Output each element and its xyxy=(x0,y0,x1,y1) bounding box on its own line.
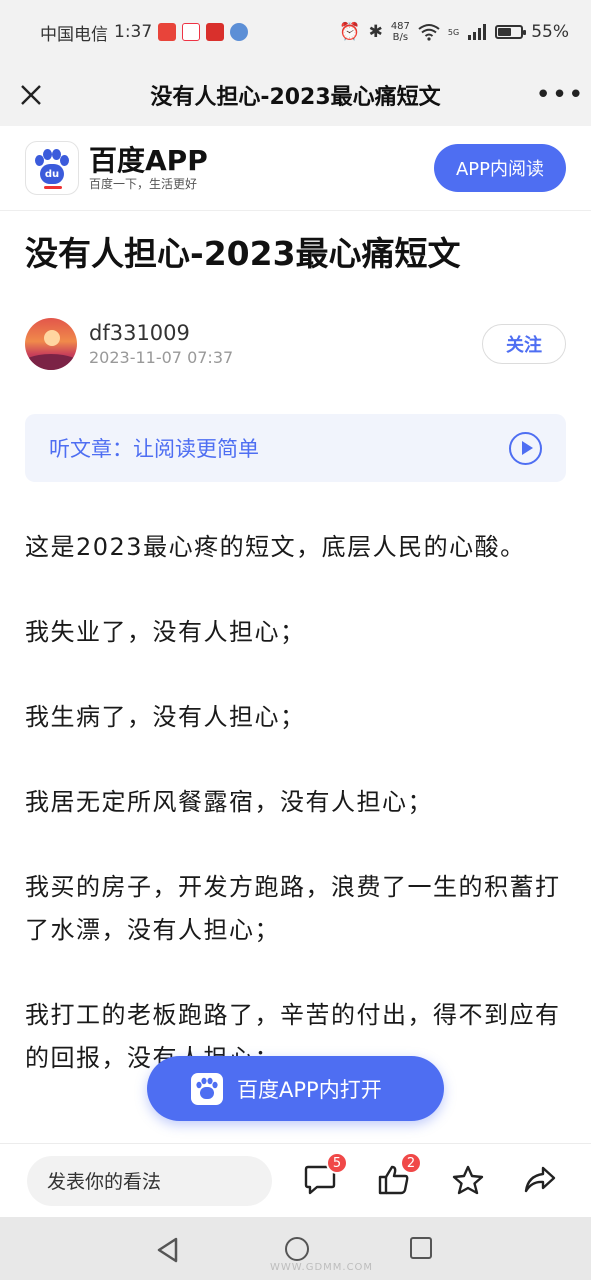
like-count-badge: 2 xyxy=(400,1152,422,1174)
watermark: WWW.GDMM.COM xyxy=(270,1262,374,1273)
float-button-label: 百度APP内打开 xyxy=(237,1077,382,1102)
baidu-paw-icon xyxy=(191,1072,223,1105)
baidu-logo-icon: du xyxy=(25,141,79,195)
home-icon[interactable] xyxy=(285,1237,309,1261)
notification-app-icon xyxy=(158,23,177,41)
close-icon xyxy=(21,85,41,105)
author-info: df331009 2023-11-07 07:37 xyxy=(89,319,233,369)
favorite-button[interactable] xyxy=(448,1160,488,1200)
share-button[interactable] xyxy=(520,1160,560,1200)
avatar[interactable] xyxy=(25,318,77,370)
author-name[interactable]: df331009 xyxy=(89,319,233,347)
battery-percent: 55% xyxy=(531,22,569,42)
author-row: df331009 2023-11-07 07:37 关注 xyxy=(25,316,566,372)
battery-icon xyxy=(495,25,527,39)
notification-app-icon xyxy=(182,23,201,41)
status-bar: 中国电信 1:37 ⏰ ✱ 487 B/s 5G 55% xyxy=(0,0,591,64)
nav-bar: 没有人担心-2023最心痛短文 ••• xyxy=(0,64,591,126)
listen-article-bar[interactable]: 听文章：让阅读更简单 xyxy=(25,414,566,482)
more-button[interactable]: ••• xyxy=(529,64,591,126)
battery-fill xyxy=(498,28,512,36)
publish-date: 2023-11-07 07:37 xyxy=(89,348,234,367)
clock: 1:37 xyxy=(114,22,153,42)
follow-button[interactable]: 关注 xyxy=(482,324,566,364)
status-right: ⏰ ✱ 487 B/s 5G 55% xyxy=(339,21,569,43)
net-speed: 487 B/s xyxy=(391,21,410,43)
carrier-label: 中国电信 xyxy=(40,24,108,45)
signal-icon xyxy=(468,24,487,40)
status-left: 中国电信 1:37 xyxy=(40,20,249,45)
paw-icon: du xyxy=(33,149,71,187)
net-speed-value: 487 xyxy=(390,21,410,32)
comment-count-badge: 5 xyxy=(326,1152,348,1174)
recents-icon[interactable] xyxy=(410,1237,432,1259)
comment-button[interactable]: 5 xyxy=(300,1152,348,1200)
brand: 百度APP 百度一下，生活更好 xyxy=(89,144,208,192)
alarm-icon: ⏰ xyxy=(339,22,361,42)
notification-app-icon xyxy=(206,23,225,41)
star-icon xyxy=(452,1165,484,1195)
bluetooth-icon: ✱ xyxy=(368,22,383,42)
like-button[interactable]: 2 xyxy=(374,1152,422,1200)
wifi-icon xyxy=(418,24,440,41)
logo-text: du xyxy=(40,164,64,184)
article-content: 这是2023最心疼的短文，底层人民的心酸。 我失业了，没有人担心； 我生病了，没… xyxy=(25,526,570,1146)
paw-icon xyxy=(196,1077,218,1099)
open-in-baidu-app-button[interactable]: 百度APP内打开 xyxy=(147,1056,444,1121)
paragraph: 我居无定所风餐露宿，没有人担心； xyxy=(25,788,433,816)
app-banner: du 百度APP 百度一下，生活更好 APP内阅读 xyxy=(0,126,591,211)
brand-name: 百度APP xyxy=(89,144,208,177)
nav-title: 没有人担心-2023最心痛短文 xyxy=(150,85,441,110)
more-icon: ••• xyxy=(535,80,585,110)
paragraph: 我买的房子，开发方跑路，浪费了一生的积蓄打了水漂，没有人担心； xyxy=(25,873,561,944)
brand-slogan: 百度一下，生活更好 xyxy=(89,177,198,191)
share-icon xyxy=(524,1166,556,1193)
bottom-bar: 发表你的看法 5 2 xyxy=(0,1143,591,1217)
open-in-app-button[interactable]: APP内阅读 xyxy=(434,144,566,192)
play-icon[interactable] xyxy=(509,431,542,465)
listen-label: 听文章：让阅读更简单 xyxy=(49,437,259,461)
back-icon[interactable] xyxy=(156,1237,180,1263)
net-speed-unit: B/s xyxy=(392,32,409,43)
paragraph: 这是2023最心疼的短文，底层人民的心酸。 xyxy=(25,533,526,561)
close-button[interactable] xyxy=(0,64,62,126)
paragraph: 我生病了，没有人担心； xyxy=(25,703,306,731)
article-title: 没有人担心-2023最心痛短文 xyxy=(25,234,461,273)
notification-app-icon xyxy=(230,23,249,41)
paragraph: 我失业了，没有人担心； xyxy=(25,618,306,646)
comment-input[interactable]: 发表你的看法 xyxy=(27,1155,272,1206)
network-type: 5G xyxy=(447,27,460,37)
